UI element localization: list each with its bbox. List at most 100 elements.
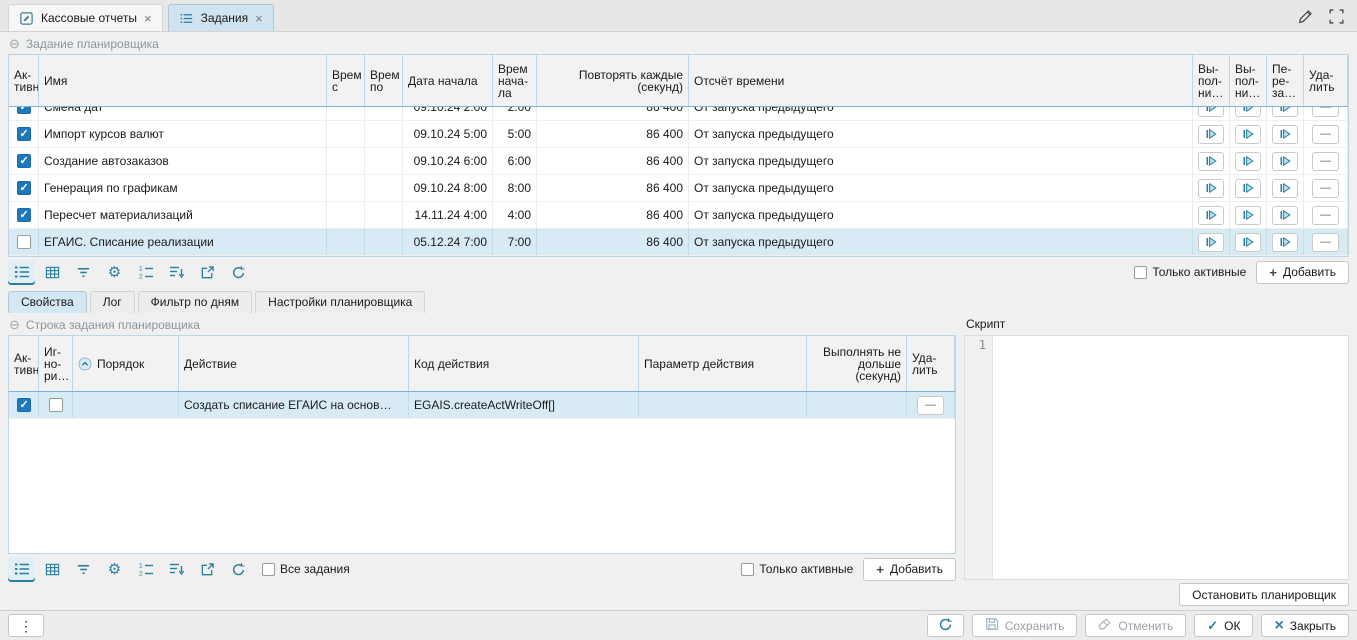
column-header[interactable]: Ак- тивн <box>9 55 39 106</box>
refresh-button[interactable] <box>927 614 964 637</box>
run-button[interactable] <box>1198 107 1224 117</box>
scheduler-table-row[interactable]: ЕГАИС. Списание реализации05.12.24 7:007… <box>9 229 1348 256</box>
run-button[interactable] <box>1198 233 1224 252</box>
column-header[interactable]: Врем с <box>327 55 365 106</box>
detail-tab[interactable]: Лог <box>90 291 135 313</box>
column-header[interactable]: Код действия <box>409 336 639 391</box>
checkbox-box[interactable] <box>262 563 275 576</box>
script-editor[interactable]: 1 <box>964 335 1349 580</box>
run-button[interactable] <box>1198 206 1224 225</box>
column-header[interactable]: Имя <box>39 55 327 106</box>
ignore-checkbox[interactable] <box>49 398 63 412</box>
run-once-button[interactable] <box>1235 179 1261 198</box>
column-header[interactable]: Уда- лить <box>907 336 955 391</box>
scheduler-table-body[interactable]: Смена дат09.10.24 2:002:0086 400От запус… <box>9 107 1348 256</box>
scheduler-table-row[interactable]: Смена дат09.10.24 2:002:0086 400От запус… <box>9 107 1348 121</box>
active-checkbox[interactable] <box>17 235 31 249</box>
delete-row-button[interactable]: — <box>1312 107 1339 117</box>
list-view-button[interactable] <box>8 260 35 285</box>
run-once-button[interactable] <box>1235 107 1261 117</box>
numbered-list-button[interactable]: 12 <box>132 260 159 285</box>
column-header[interactable]: Выполнять не дольше (секунд) <box>807 336 907 391</box>
active-checkbox[interactable] <box>17 154 31 168</box>
restart-button[interactable] <box>1272 152 1298 171</box>
checkbox-box[interactable] <box>1134 266 1147 279</box>
main-tab-tasks[interactable]: Задания × <box>168 4 274 31</box>
delete-row-button[interactable]: — <box>1312 152 1339 171</box>
ok-button[interactable]: ✓ ОК <box>1194 614 1253 637</box>
sort-lines-button[interactable] <box>163 557 190 582</box>
column-header[interactable]: Вы- пол- ни… <box>1230 55 1267 106</box>
restart-button[interactable] <box>1272 179 1298 198</box>
main-tab-cash-reports[interactable]: Кассовые отчеты × <box>8 4 163 31</box>
column-header[interactable]: Иг- но- ри… <box>39 336 73 391</box>
restart-button[interactable] <box>1272 125 1298 144</box>
checkbox-box[interactable] <box>741 563 754 576</box>
open-external-button[interactable] <box>194 260 221 285</box>
run-button[interactable] <box>1198 179 1224 198</box>
fullscreen-icon[interactable] <box>1328 8 1345 25</box>
restart-button[interactable] <box>1272 206 1298 225</box>
active-checkbox[interactable] <box>17 208 31 222</box>
column-header[interactable]: Порядок <box>73 336 179 391</box>
table-view-button[interactable] <box>39 260 66 285</box>
active-checkbox[interactable] <box>17 107 31 114</box>
add-task-button[interactable]: + Добавить <box>1256 261 1349 284</box>
only-active-checkbox[interactable]: Только активные <box>1134 265 1246 279</box>
run-once-button[interactable] <box>1235 233 1261 252</box>
filter-button[interactable] <box>70 557 97 582</box>
collapse-icon[interactable]: ⊖ <box>9 37 20 50</box>
run-once-button[interactable] <box>1235 206 1261 225</box>
only-active-checkbox[interactable]: Только активные <box>741 562 853 576</box>
active-checkbox[interactable] <box>17 127 31 141</box>
close-icon[interactable]: × <box>144 12 152 25</box>
scheduler-table-row[interactable]: Импорт курсов валют09.10.24 5:005:0086 4… <box>9 121 1348 148</box>
scheduler-table-row[interactable]: Создание автозаказов09.10.24 6:006:0086 … <box>9 148 1348 175</box>
detail-tab[interactable]: Свойства <box>8 291 87 313</box>
column-header[interactable]: Уда- лить <box>1304 55 1348 106</box>
column-header[interactable]: Вы- пол- ни… <box>1193 55 1230 106</box>
scheduler-table-row[interactable]: Генерация по графикам09.10.24 8:008:0086… <box>9 175 1348 202</box>
collapse-icon[interactable]: ⊖ <box>9 318 20 331</box>
column-header[interactable]: Параметр действия <box>639 336 807 391</box>
column-header[interactable]: Действие <box>179 336 409 391</box>
delete-row-button[interactable]: — <box>1312 179 1339 198</box>
list-view-button[interactable] <box>8 557 35 582</box>
column-header[interactable]: Ак- тивн <box>9 336 39 391</box>
run-button[interactable] <box>1198 125 1224 144</box>
active-checkbox[interactable] <box>17 181 31 195</box>
repeat-button[interactable] <box>225 557 252 582</box>
column-header[interactable]: Врем по <box>365 55 403 106</box>
taskline-table-body[interactable]: Создать списание ЕГАИС на основ…EGAIS.cr… <box>8 391 956 554</box>
sort-lines-button[interactable] <box>163 260 190 285</box>
restart-button[interactable] <box>1272 233 1298 252</box>
table-view-button[interactable] <box>39 557 66 582</box>
column-header[interactable]: Повторять каждые (секунд) <box>537 55 689 106</box>
script-code-area[interactable] <box>993 336 1348 579</box>
more-button[interactable]: ⋮ <box>8 614 44 637</box>
numbered-list-button[interactable]: 12 <box>132 557 159 582</box>
run-once-button[interactable] <box>1235 152 1261 171</box>
restart-button[interactable] <box>1272 107 1298 117</box>
close-icon[interactable]: × <box>255 12 263 25</box>
detail-tab[interactable]: Настройки планировщика <box>255 291 425 313</box>
delete-row-button[interactable]: — <box>917 396 944 415</box>
scheduler-table-row[interactable]: Пересчет материализаций14.11.24 4:004:00… <box>9 202 1348 229</box>
delete-row-button[interactable]: — <box>1312 233 1339 252</box>
settings-button[interactable]: ⚙ <box>101 557 128 582</box>
stop-scheduler-button[interactable]: Остановить планировщик <box>1179 583 1349 606</box>
taskline-table-row[interactable]: Создать списание ЕГАИС на основ…EGAIS.cr… <box>9 392 955 419</box>
all-tasks-checkbox[interactable]: Все задания <box>262 562 350 576</box>
column-header[interactable]: Пе- ре- за… <box>1267 55 1304 106</box>
active-checkbox[interactable] <box>17 398 31 412</box>
filter-button[interactable] <box>70 260 97 285</box>
detail-tab[interactable]: Фильтр по дням <box>138 291 253 313</box>
cancel-button[interactable]: Отменить <box>1085 614 1186 637</box>
column-header[interactable]: Дата начала <box>403 55 493 106</box>
column-header[interactable]: Отсчёт времени <box>689 55 1193 106</box>
open-external-button[interactable] <box>194 557 221 582</box>
run-button[interactable] <box>1198 152 1224 171</box>
add-task-line-button[interactable]: + Добавить <box>863 558 956 581</box>
repeat-button[interactable] <box>225 260 252 285</box>
close-button[interactable]: × Закрыть <box>1261 614 1349 637</box>
